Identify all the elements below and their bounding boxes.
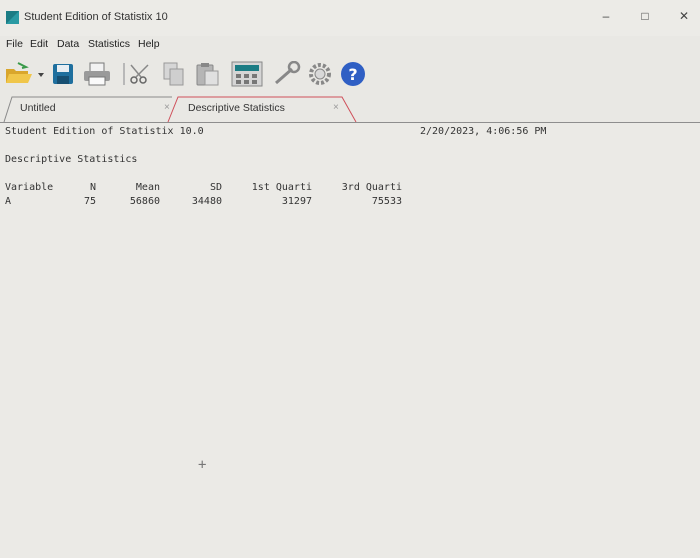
section-title: Descriptive Statistics — [5, 154, 138, 165]
close-button[interactable]: ✕ — [671, 6, 697, 26]
app-icon — [6, 11, 19, 24]
help-icon[interactable]: ? — [338, 61, 368, 87]
dropdown-arrow-icon[interactable] — [36, 61, 46, 87]
print-icon[interactable] — [82, 61, 112, 87]
menu-bar: File Edit Data Statistics Help — [0, 36, 700, 56]
col-header-n: N — [89, 182, 96, 193]
settings-gear-icon[interactable] — [304, 61, 336, 87]
cell-variable: A — [5, 196, 12, 207]
title-bar: Student Edition of Statistix 10 – □ ✕ — [0, 0, 700, 36]
tab-descriptive-statistics-close-icon[interactable]: × — [333, 102, 339, 113]
menu-edit[interactable]: Edit — [30, 38, 48, 50]
col-header-q1: 1st Quarti — [251, 182, 312, 193]
toolbar: ? — [0, 57, 700, 91]
maximize-button[interactable]: □ — [632, 6, 658, 26]
tab-descriptive-statistics[interactable]: Descriptive Statistics × — [178, 96, 348, 122]
tab-descriptive-statistics-label: Descriptive Statistics — [188, 102, 285, 114]
cell-sd: 34480 — [191, 196, 222, 207]
col-header-sd: SD — [209, 182, 222, 193]
col-header-variable: Variable — [5, 182, 54, 193]
report-pane[interactable]: Student Edition of Statistix 10.0 2/20/2… — [0, 122, 700, 558]
tab-untitled-label: Untitled — [20, 102, 56, 114]
menu-statistics[interactable]: Statistics — [88, 38, 130, 50]
cell-n: 75 — [83, 196, 96, 207]
minimize-button[interactable]: – — [593, 6, 619, 26]
cut-icon[interactable] — [118, 61, 156, 87]
col-header-mean: Mean — [135, 182, 160, 193]
save-icon[interactable] — [50, 61, 76, 87]
tab-untitled[interactable]: Untitled × — [8, 96, 178, 122]
tab-bar: Untitled × Descriptive Statistics × — [0, 96, 700, 123]
cell-mean: 56860 — [129, 196, 160, 207]
calculator-icon[interactable] — [230, 61, 266, 87]
menu-data[interactable]: Data — [57, 38, 79, 50]
menu-help[interactable]: Help — [138, 38, 160, 50]
window-title: Student Edition of Statistix 10 — [24, 11, 168, 23]
report-header-title: Student Edition of Statistix 10.0 — [5, 126, 204, 137]
report-timestamp: 2/20/2023, 4:06:56 PM — [420, 126, 547, 137]
menu-file[interactable]: File — [6, 38, 23, 50]
wrench-icon[interactable] — [270, 61, 304, 87]
col-header-q3: 3rd Quarti — [341, 182, 402, 193]
tab-untitled-close-icon[interactable]: × — [164, 102, 170, 113]
copy-icon[interactable] — [160, 61, 188, 87]
cell-q3: 75533 — [371, 196, 402, 207]
open-folder-icon[interactable] — [4, 61, 34, 87]
mouse-cursor-icon: + — [198, 457, 207, 473]
help-glyph: ? — [348, 65, 357, 84]
paste-icon[interactable] — [194, 61, 222, 87]
cell-q1: 31297 — [281, 196, 312, 207]
